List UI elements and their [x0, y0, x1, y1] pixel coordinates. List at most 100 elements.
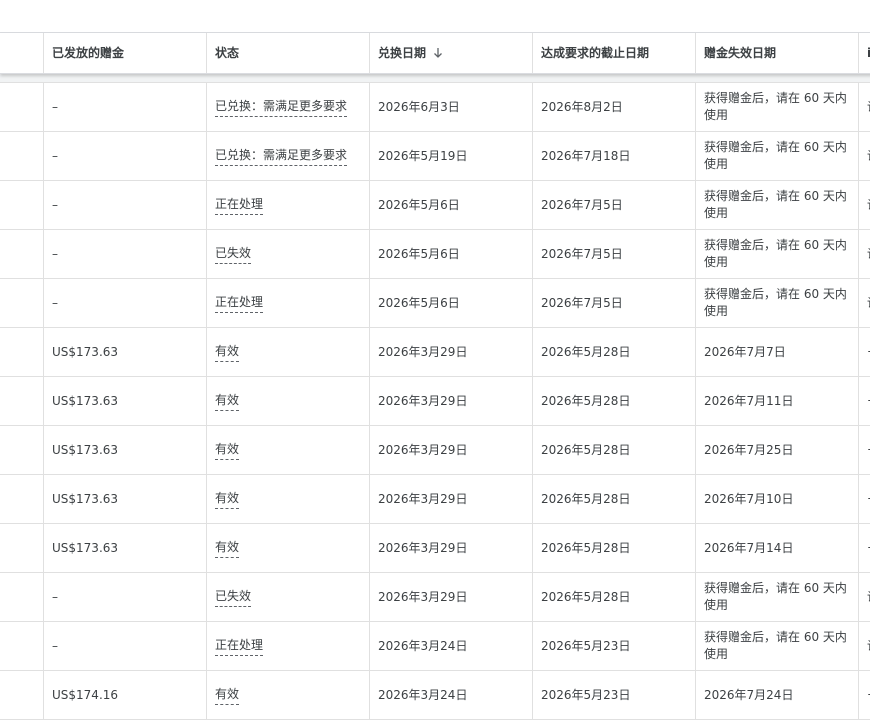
status-cell: 已失效	[207, 573, 370, 621]
status-value[interactable]: 正在处理	[215, 196, 264, 215]
row-spacer	[0, 524, 44, 572]
row-spacer	[0, 230, 44, 278]
credit-cell: –	[44, 622, 207, 670]
expiry-value: 获得赠金后，请在 60 天内使用	[704, 91, 847, 122]
table-row: – 已兑换：需满足更多要求 2026年5月19日 2026年7月18日 获得赠金后，请在…	[0, 132, 870, 181]
credit-cell: –	[44, 132, 207, 180]
expiry-value: 获得赠金后，请在 60 天内使用	[704, 581, 847, 612]
status-value[interactable]: 已兑换：需满足更多要求	[215, 98, 348, 117]
row-spacer	[0, 279, 44, 327]
redeem-date-value: 2026年3月29日	[378, 393, 468, 408]
expiry-cell: 获得赠金后，请在 60 天内使用	[696, 83, 859, 131]
deadline-value: 2026年5月28日	[541, 589, 631, 604]
status-value[interactable]: 已失效	[215, 588, 252, 607]
credit-value: –	[52, 197, 58, 212]
status-cell: 正在处理	[207, 181, 370, 229]
deadline-value: 2026年5月23日	[541, 638, 631, 653]
next-col-cell: ¬ U	[859, 328, 870, 376]
credit-cell: –	[44, 573, 207, 621]
row-spacer	[0, 573, 44, 621]
status-value[interactable]: 有效	[215, 490, 240, 509]
redeem-date-value: 2026年3月24日	[378, 638, 468, 653]
status-cell: 有效	[207, 671, 370, 719]
credit-cell: –	[44, 181, 207, 229]
status-value[interactable]: 有效	[215, 686, 240, 705]
deadline-cell: 2026年5月28日	[533, 328, 696, 376]
deadline-value: 2026年7月5日	[541, 295, 623, 310]
header-status-label: 状态	[215, 45, 240, 60]
expiry-value: 2026年7月11日	[704, 393, 794, 408]
deadline-value: 2026年5月28日	[541, 344, 631, 359]
deadline-value: 2026年5月28日	[541, 540, 631, 555]
table-row: – 正在处理 2026年3月24日 2026年5月23日 获得赠金后，请在 60 天内使…	[0, 622, 870, 671]
expiry-cell: 2026年7月14日	[696, 524, 859, 572]
expiry-value: 2026年7月7日	[704, 344, 786, 359]
redeem-date-cell: 2026年3月29日	[370, 328, 533, 376]
credit-cell: US$174.16	[44, 671, 207, 719]
deadline-cell: 2026年8月2日	[533, 83, 696, 131]
deadline-cell: 2026年5月28日	[533, 573, 696, 621]
deadline-value: 2026年7月5日	[541, 246, 623, 261]
header-credit[interactable]: 已发放的赠金	[44, 33, 207, 73]
table-row: US$173.63 有效 2026年3月29日 2026年5月28日 2026年7月10…	[0, 475, 870, 524]
redeem-date-cell: 2026年3月29日	[370, 377, 533, 425]
header-expiry[interactable]: 赠金失效日期	[696, 33, 859, 73]
header-next[interactable]: i	[859, 33, 870, 73]
table-row: US$173.63 有效 2026年3月29日 2026年5月28日 2026年7月7日…	[0, 328, 870, 377]
table-row: US$173.63 有效 2026年3月29日 2026年5月28日 2026年7月11…	[0, 377, 870, 426]
status-value[interactable]: 正在处理	[215, 294, 264, 313]
next-col-cell: 䜣	[859, 279, 870, 327]
status-value[interactable]: 已兑换：需满足更多要求	[215, 147, 348, 166]
status-cell: 有效	[207, 426, 370, 474]
next-col-cell: 䜣	[859, 622, 870, 670]
redeem-date-cell: 2026年5月6日	[370, 181, 533, 229]
row-spacer	[0, 132, 44, 180]
redeem-date-value: 2026年3月29日	[378, 442, 468, 457]
credit-value: –	[52, 148, 58, 163]
status-value[interactable]: 有效	[215, 343, 240, 362]
redeem-date-cell: 2026年5月19日	[370, 132, 533, 180]
deadline-cell: 2026年5月28日	[533, 426, 696, 474]
table-row: US$173.63 有效 2026年3月29日 2026年5月28日 2026年7月14…	[0, 524, 870, 573]
credit-cell: –	[44, 83, 207, 131]
credit-value: US$174.16	[52, 687, 119, 702]
table-row: US$174.16 有效 2026年3月24日 2026年5月23日 2026年7月24…	[0, 671, 870, 720]
row-spacer	[0, 83, 44, 131]
status-value[interactable]: 有效	[215, 441, 240, 460]
header-redeem-date[interactable]: 兑换日期	[370, 33, 533, 73]
redeem-date-value: 2026年3月29日	[378, 589, 468, 604]
credit-value: –	[52, 246, 58, 261]
redeem-date-cell: 2026年3月29日	[370, 426, 533, 474]
table-header: 已发放的赠金 状态 兑换日期 达成要求的截止日期 赠金失效日期 i	[0, 33, 870, 74]
table-body: – 已兑换：需满足更多要求 2026年6月3日 2026年8月2日 获得赠金后，请在 6…	[0, 83, 870, 720]
status-cell: 正在处理	[207, 622, 370, 670]
redeem-date-value: 2026年3月29日	[378, 491, 468, 506]
next-col-cell: ¬	[859, 671, 870, 719]
credit-cell: US$173.63	[44, 524, 207, 572]
status-cell: 已兑换：需满足更多要求	[207, 83, 370, 131]
expiry-value: 2026年7月14日	[704, 540, 794, 555]
status-value[interactable]: 有效	[215, 392, 240, 411]
expiry-value: 获得赠金后，请在 60 天内使用	[704, 189, 847, 220]
row-spacer	[0, 671, 44, 719]
deadline-value: 2026年5月28日	[541, 491, 631, 506]
table-row: – 已兑换：需满足更多要求 2026年6月3日 2026年8月2日 获得赠金后，请在 6…	[0, 83, 870, 132]
expiry-value: 2026年7月24日	[704, 687, 794, 702]
status-value[interactable]: 正在处理	[215, 637, 264, 656]
redeem-date-cell: 2026年3月24日	[370, 622, 533, 670]
header-deadline[interactable]: 达成要求的截止日期	[533, 33, 696, 73]
expiry-cell: 2026年7月11日	[696, 377, 859, 425]
table-row: – 已失效 2026年3月29日 2026年5月28日 获得赠金后，请在 60 天内使用…	[0, 573, 870, 622]
status-cell: 有效	[207, 524, 370, 572]
header-status[interactable]: 状态	[207, 33, 370, 73]
sort-descending-icon[interactable]	[432, 47, 444, 59]
header-spacer	[0, 33, 44, 73]
status-value[interactable]: 已失效	[215, 245, 252, 264]
row-spacer	[0, 328, 44, 376]
deadline-value: 2026年5月23日	[541, 687, 631, 702]
redeem-date-value: 2026年3月29日	[378, 344, 468, 359]
header-credit-label: 已发放的赠金	[52, 45, 125, 60]
status-value[interactable]: 有效	[215, 539, 240, 558]
header-deadline-label: 达成要求的截止日期	[541, 45, 650, 60]
status-cell: 有效	[207, 475, 370, 523]
